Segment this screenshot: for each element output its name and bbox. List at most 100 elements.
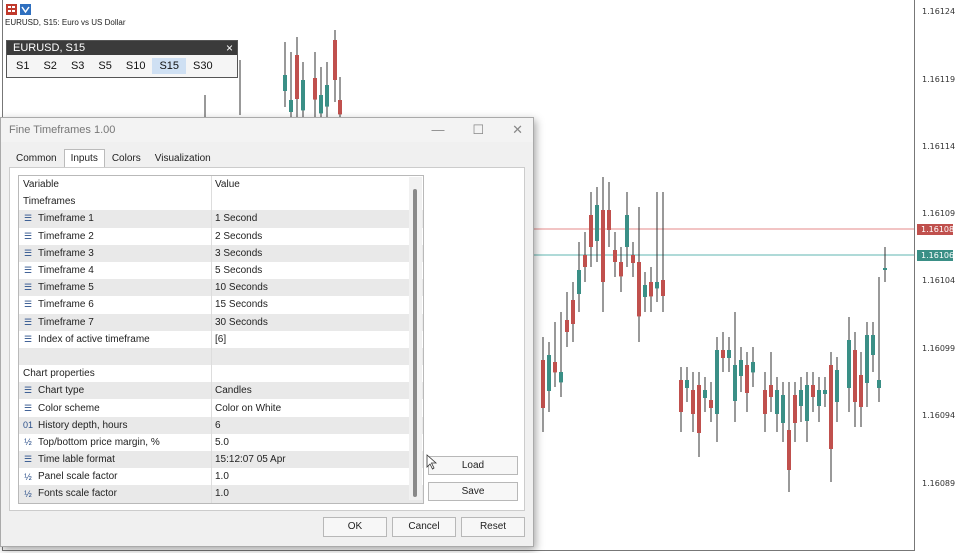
input-variable-name: Timeframe 2 bbox=[38, 230, 94, 242]
input-value[interactable]: 6 bbox=[212, 420, 221, 431]
ok-button[interactable]: OK bbox=[323, 517, 387, 537]
close-icon[interactable]: ✕ bbox=[512, 118, 523, 142]
input-row[interactable]: 01 History depth, hours 6 bbox=[19, 416, 423, 434]
tab-common[interactable]: Common bbox=[9, 149, 64, 168]
timeframe-button-s2[interactable]: S2 bbox=[36, 58, 63, 74]
input-variable: ☰ Timeframe 3 bbox=[19, 244, 212, 262]
minimize-icon[interactable]: — bbox=[431, 118, 444, 142]
input-variable-name: Timeframe 6 bbox=[38, 299, 94, 311]
input-variable-name: Timeframe 1 bbox=[38, 213, 94, 225]
column-header-value[interactable]: Value bbox=[212, 179, 240, 190]
timeframe-button-s5[interactable]: S5 bbox=[91, 58, 118, 74]
input-row[interactable]: ☰ Timeframe 2 2 Seconds bbox=[19, 227, 423, 245]
input-value[interactable]: 15 Seconds bbox=[212, 299, 268, 310]
candle-body bbox=[805, 385, 809, 421]
double-icon: ½ bbox=[24, 437, 32, 448]
timeframe-button-s3[interactable]: S3 bbox=[64, 58, 91, 74]
input-row[interactable]: ½ Panel scale factor 1.0 bbox=[19, 468, 423, 486]
scroll-thumb[interactable] bbox=[413, 189, 417, 497]
dialog-titlebar[interactable]: Fine Timeframes 1.00 — ☐ ✕ bbox=[1, 118, 533, 142]
candle-body bbox=[847, 340, 851, 388]
tab-visualization[interactable]: Visualization bbox=[148, 149, 218, 168]
candle-body bbox=[793, 395, 797, 423]
input-row[interactable]: ½ Top/bottom price margin, % 5.0 bbox=[19, 433, 423, 451]
load-button[interactable]: Load bbox=[428, 456, 518, 475]
candle-body bbox=[595, 205, 599, 241]
timeframe-button-s10[interactable]: S10 bbox=[119, 58, 153, 74]
timeframe-buttons: S1 S2 S3 S5 S10 S15 S30 bbox=[7, 55, 237, 77]
one-click-trading-icon[interactable] bbox=[6, 4, 17, 15]
enum-icon: ☰ bbox=[23, 454, 33, 465]
candle-body bbox=[799, 390, 803, 406]
reset-button[interactable]: Reset bbox=[461, 517, 525, 537]
candle-body bbox=[721, 350, 725, 358]
input-variable: ☰ Color scheme bbox=[19, 399, 212, 417]
input-value[interactable]: 15:12:07 05 Apr bbox=[212, 454, 286, 465]
input-value[interactable]: 30 Seconds bbox=[212, 317, 268, 328]
input-row[interactable]: ☰ Chart type Candles bbox=[19, 382, 423, 400]
tab-colors[interactable]: Colors bbox=[105, 149, 148, 168]
candle-body bbox=[571, 300, 575, 324]
input-value[interactable]: 5 Seconds bbox=[212, 265, 262, 276]
timeframe-panel-header[interactable]: EURUSD, S15 × bbox=[7, 41, 237, 55]
input-variable-name: History depth, hours bbox=[38, 419, 128, 431]
candle-body bbox=[781, 395, 785, 423]
price-tick-label: 1.16094 bbox=[922, 411, 956, 420]
cancel-button[interactable]: Cancel bbox=[392, 517, 456, 537]
candle-body bbox=[763, 390, 767, 414]
candle-body bbox=[301, 80, 305, 111]
blank-row-label bbox=[19, 347, 212, 366]
timeframe-button-s30[interactable]: S30 bbox=[186, 58, 220, 74]
input-row[interactable]: ☰ Timeframe 7 30 Seconds bbox=[19, 313, 423, 331]
maximize-icon[interactable]: ☐ bbox=[472, 118, 484, 142]
properties-dialog: Fine Timeframes 1.00 — ☐ ✕ Common Inputs C… bbox=[0, 117, 534, 547]
input-value[interactable]: [6] bbox=[212, 334, 226, 345]
inputs-tab-panel: Variable Value Timeframes ☰ Timeframe 1 1 S… bbox=[9, 167, 525, 511]
input-variable: 01 History depth, hours bbox=[19, 416, 212, 434]
close-icon[interactable]: × bbox=[226, 41, 233, 55]
input-row[interactable]: ☰ Time lable format 15:12:07 05 Apr bbox=[19, 451, 423, 469]
input-value[interactable]: 1.0 bbox=[212, 488, 229, 499]
input-row[interactable]: ☰ Timeframe 6 15 Seconds bbox=[19, 296, 423, 314]
candle-body bbox=[703, 390, 707, 398]
input-row[interactable]: ☰ Timeframe 5 10 Seconds bbox=[19, 279, 423, 297]
input-row[interactable]: ½ Fonts scale factor 1.0 bbox=[19, 485, 423, 503]
input-row[interactable]: ☰ Timeframe 3 3 Seconds bbox=[19, 244, 423, 262]
column-header-variable[interactable]: Variable bbox=[19, 176, 212, 194]
input-value[interactable]: 10 Seconds bbox=[212, 282, 268, 293]
price-tick-label: 1.16119 bbox=[922, 75, 956, 84]
candle-body bbox=[283, 75, 287, 91]
input-row[interactable]: ☰ Timeframe 4 5 Seconds bbox=[19, 261, 423, 280]
enum-icon: ☰ bbox=[23, 299, 33, 310]
input-row[interactable]: ☰ Timeframe 1 1 Second bbox=[19, 210, 423, 228]
candle-body bbox=[829, 365, 833, 449]
timeframe-button-s1[interactable]: S1 bbox=[9, 58, 36, 74]
candle-body bbox=[727, 350, 731, 358]
input-value[interactable]: Candles bbox=[212, 385, 252, 396]
input-value[interactable]: 1.0 bbox=[212, 471, 229, 482]
input-value[interactable]: 2 Seconds bbox=[212, 231, 262, 242]
enum-icon: ☰ bbox=[23, 247, 33, 258]
input-value[interactable]: 5.0 bbox=[212, 437, 229, 448]
inputs-grid[interactable]: Variable Value Timeframes ☰ Timeframe 1 1 S… bbox=[18, 175, 424, 504]
candle-body bbox=[685, 380, 689, 388]
input-value[interactable]: 3 Seconds bbox=[212, 248, 262, 259]
input-variable-name: Timeframe 7 bbox=[38, 316, 94, 328]
candle-body bbox=[559, 372, 563, 383]
candle-body bbox=[769, 385, 773, 397]
input-value[interactable]: Color on White bbox=[212, 403, 281, 414]
input-value[interactable]: 1 Second bbox=[212, 213, 257, 224]
tab-inputs[interactable]: Inputs bbox=[63, 149, 105, 168]
save-button[interactable]: Save bbox=[428, 482, 518, 501]
input-row[interactable]: ☰ Index of active timeframe [6] bbox=[19, 330, 423, 348]
input-row[interactable]: ☰ Color scheme Color on White bbox=[19, 399, 423, 417]
candle-body bbox=[709, 400, 713, 408]
candle-body bbox=[865, 335, 869, 383]
input-variable-name: Fonts scale factor bbox=[38, 488, 117, 500]
expert-advisor-icon[interactable] bbox=[20, 4, 31, 15]
grid-scrollbar[interactable] bbox=[409, 177, 422, 500]
input-variable-name: Timeframe 3 bbox=[38, 247, 94, 259]
candle-body bbox=[811, 385, 815, 397]
double-icon: ½ bbox=[24, 488, 32, 499]
timeframe-button-s15[interactable]: S15 bbox=[152, 58, 187, 74]
